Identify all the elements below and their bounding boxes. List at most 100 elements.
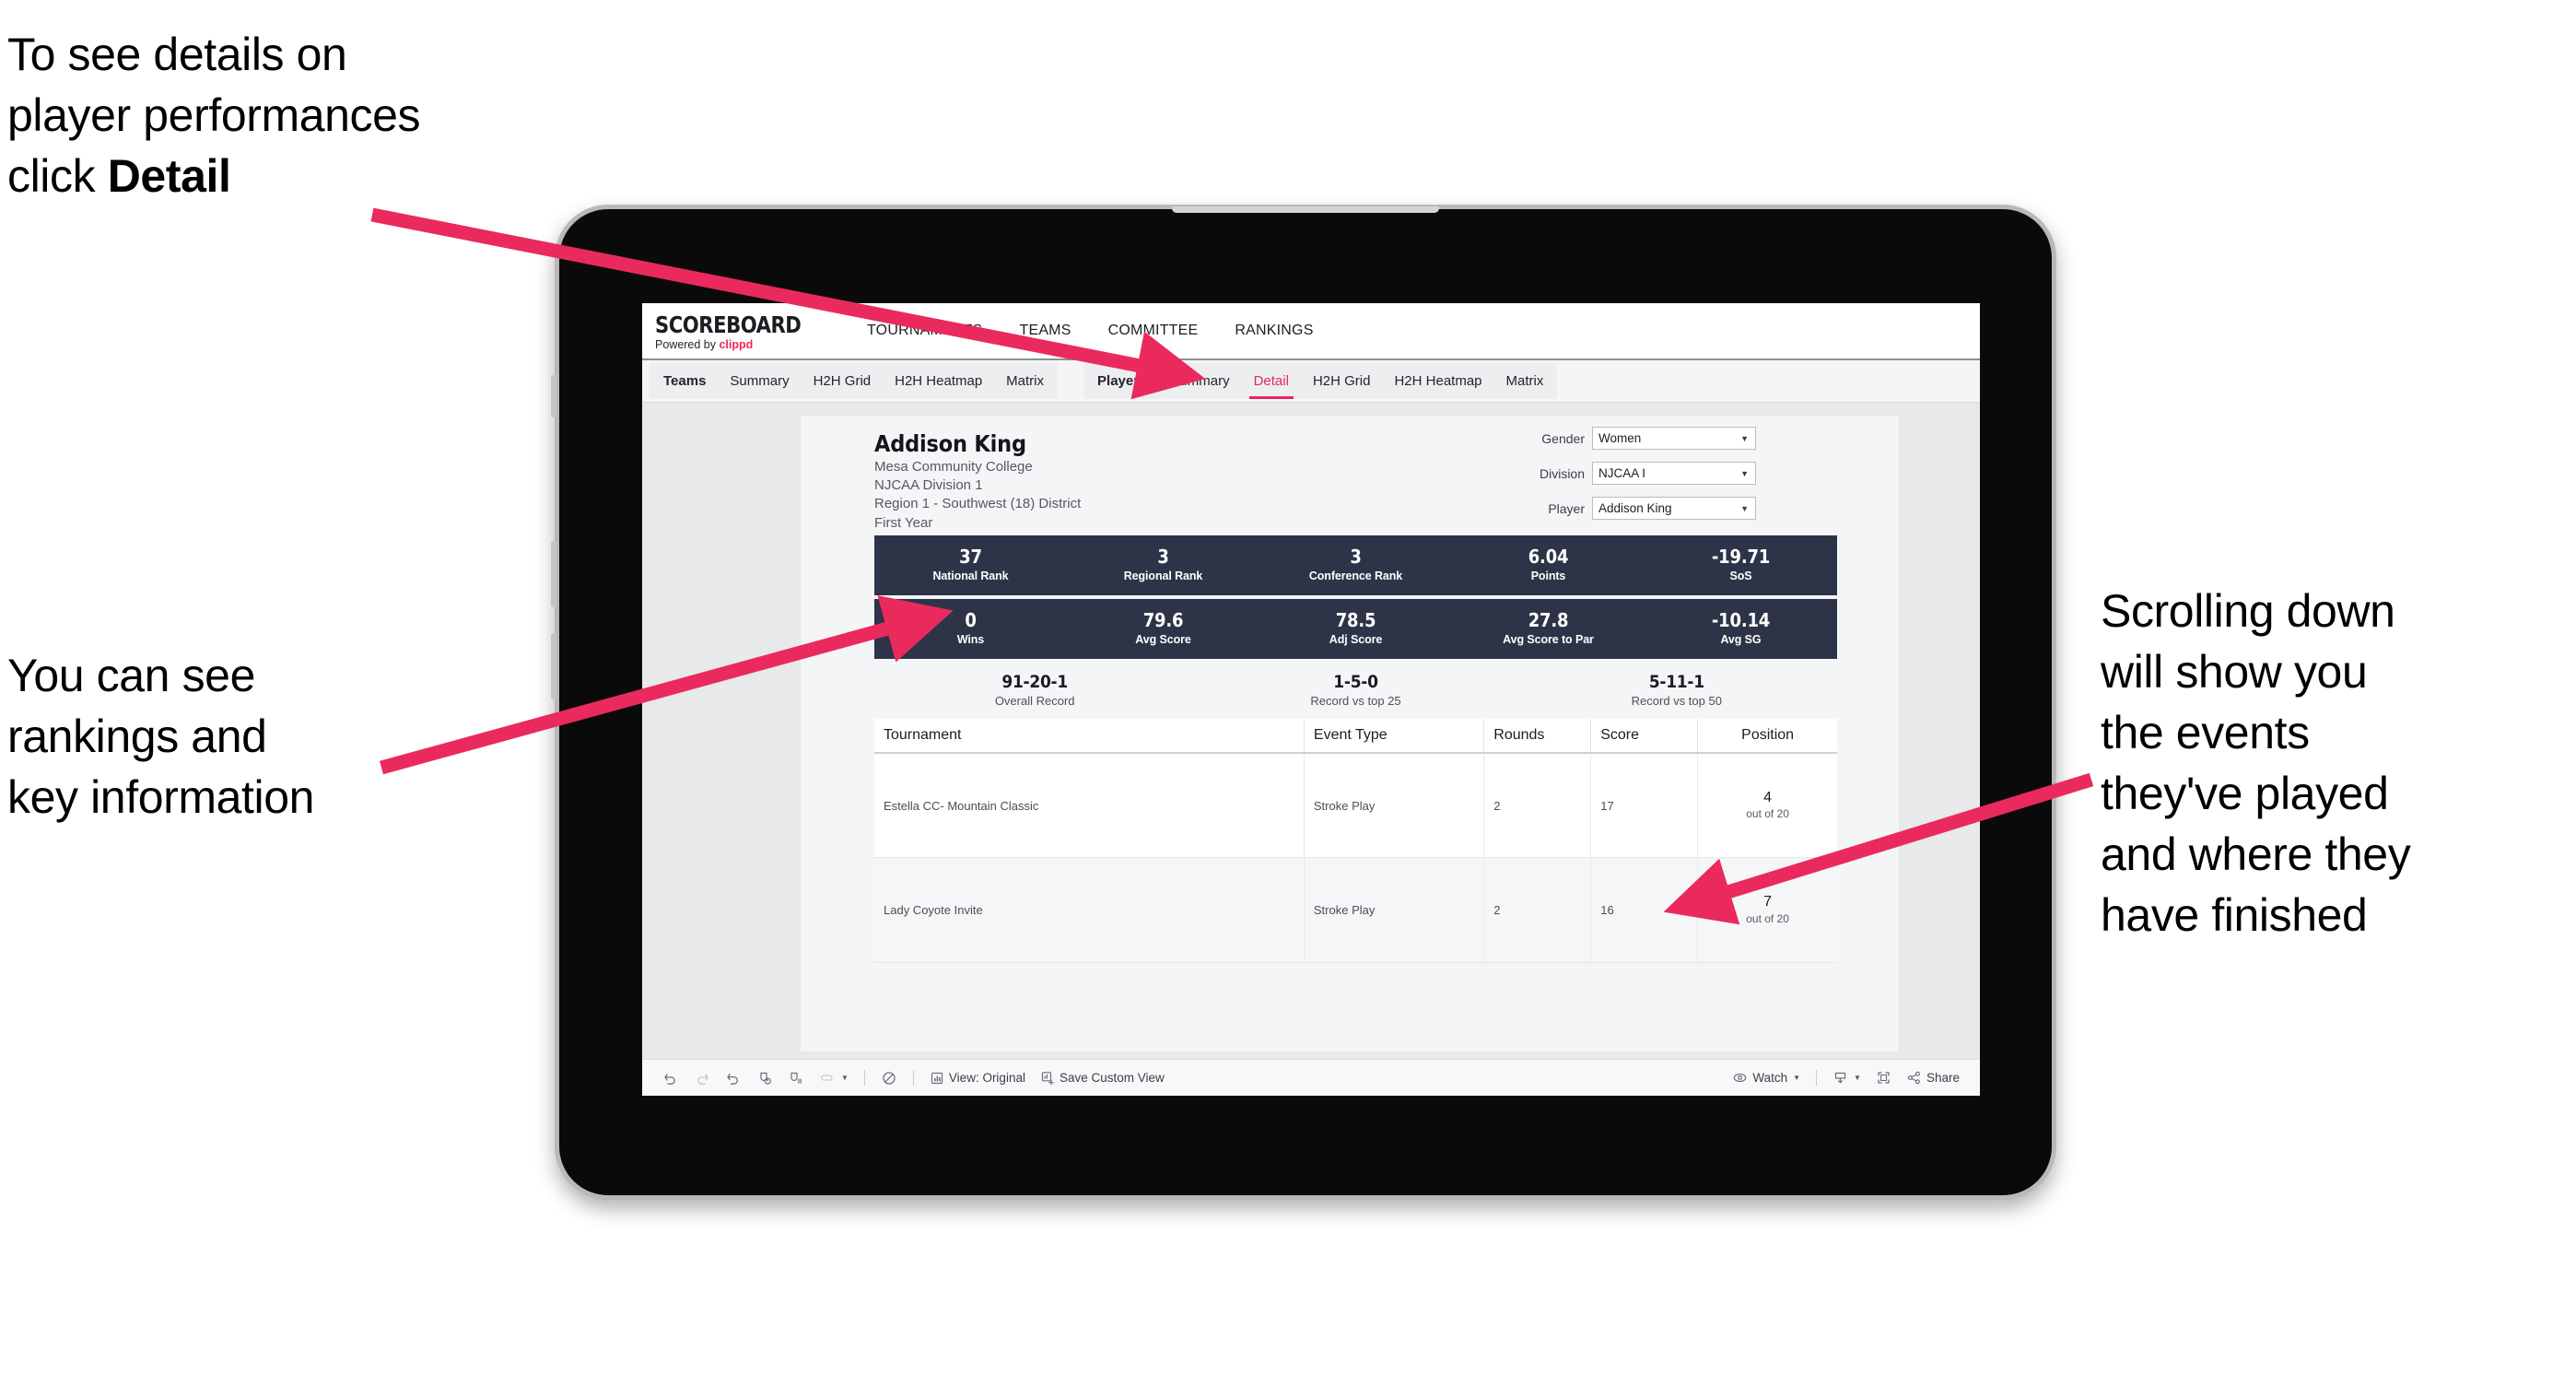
- redo-icon: [694, 1070, 710, 1086]
- tab-players[interactable]: Players: [1085, 367, 1158, 395]
- cell-score: 17: [1590, 752, 1699, 859]
- filter-select-division[interactable]: NJCAA I ▼: [1592, 462, 1756, 485]
- history-icon: [819, 1070, 836, 1086]
- pause-resume-button[interactable]: [873, 1070, 905, 1086]
- position-value: 4: [1763, 789, 1773, 805]
- fullscreen-button[interactable]: [1868, 1070, 1899, 1086]
- chevron-down-icon: ▼: [1740, 503, 1749, 513]
- toolbar-divider: [1816, 1070, 1818, 1086]
- kpi-value: 3: [1350, 546, 1362, 569]
- eye-icon: [1732, 1070, 1748, 1086]
- filter-row-player: Player Addison King ▼: [1480, 497, 1756, 520]
- position-outof: out of 20: [1746, 807, 1789, 821]
- undo-button[interactable]: [655, 1070, 686, 1086]
- tablet-volume-up-button[interactable]: [551, 541, 556, 607]
- undo-history-dropdown[interactable]: ▼: [812, 1070, 856, 1086]
- chevron-down-icon: ▼: [841, 1074, 849, 1082]
- nav-item-teams[interactable]: TEAMS: [1001, 317, 1089, 345]
- clock-icon: [881, 1070, 897, 1086]
- tablet-power-button[interactable]: [551, 375, 556, 417]
- brand-title: SCOREBOARD: [655, 311, 802, 338]
- revert-button[interactable]: [718, 1070, 749, 1086]
- filter-select-gender[interactable]: Women ▼: [1592, 427, 1756, 450]
- kpi-label: Avg Score: [1135, 633, 1191, 647]
- player-header: Addison King Mesa Community College NJCA…: [874, 416, 1837, 535]
- kpi-avg-score: 79.6 Avg Score: [1067, 611, 1259, 646]
- tab-teams-matrix[interactable]: Matrix: [994, 367, 1056, 395]
- view-original-button[interactable]: View: Original: [922, 1071, 1033, 1086]
- kpi-points: 6.04 Points: [1452, 547, 1645, 582]
- tablet-device-frame: SCOREBOARD Powered by clippd TOURNAMENTS…: [551, 205, 2056, 1200]
- cell-event-type: Stroke Play: [1304, 857, 1485, 964]
- cell-tournament: Lady Coyote Invite: [874, 857, 1305, 964]
- redo-button[interactable]: [686, 1070, 718, 1086]
- tab-group-teams: Teams Summary H2H Grid H2H Heatmap Matri…: [650, 363, 1059, 399]
- view-icon: [930, 1071, 944, 1086]
- tab-teams-h2h-heatmap[interactable]: H2H Heatmap: [883, 367, 994, 395]
- record-vs-top-50: 5-11-1 Record vs top 50: [1516, 672, 1837, 708]
- brand-clippd-name: clippd: [719, 337, 754, 351]
- kpi-avg-score-to-par: 27.8 Avg Score to Par: [1452, 611, 1645, 646]
- pause-auto-updates-button[interactable]: [780, 1070, 812, 1086]
- kpi-value: -19.71: [1711, 546, 1771, 569]
- kpi-label: Points: [1530, 570, 1566, 583]
- tablet-screen: SCOREBOARD Powered by clippd TOURNAMENTS…: [642, 303, 1980, 1096]
- tab-group-players: Players Summary Detail H2H Grid H2H Heat…: [1083, 363, 1558, 399]
- tab-players-detail[interactable]: Detail: [1242, 367, 1301, 399]
- column-header-position[interactable]: Position: [1697, 718, 1837, 754]
- kpi-national-rank: 37 National Rank: [874, 547, 1067, 582]
- download-button[interactable]: ▼: [1825, 1070, 1868, 1086]
- save-custom-view-label: Save Custom View: [1059, 1071, 1165, 1085]
- view-original-label: View: Original: [948, 1071, 1025, 1085]
- chevron-down-icon: ▼: [1740, 468, 1749, 478]
- filter-value-gender: Women: [1598, 431, 1642, 445]
- column-header-tournament[interactable]: Tournament: [874, 718, 1305, 754]
- column-header-event-type[interactable]: Event Type: [1304, 718, 1485, 754]
- chevron-down-icon: ▼: [1793, 1074, 1801, 1082]
- kpi-wins: 0 Wins: [874, 611, 1067, 646]
- tab-teams[interactable]: Teams: [651, 367, 718, 395]
- filter-value-player: Addison King: [1598, 501, 1672, 515]
- save-custom-view-button[interactable]: Save Custom View: [1033, 1071, 1172, 1086]
- table-row[interactable]: Lady Coyote Invite Stroke Play 2 16 7 ou…: [874, 857, 1837, 964]
- table-row[interactable]: Estella CC- Mountain Classic Stroke Play…: [874, 752, 1837, 859]
- share-button[interactable]: Share: [1899, 1070, 1967, 1086]
- cell-tournament: Estella CC- Mountain Classic: [874, 752, 1305, 859]
- record-label: Overall Record: [994, 693, 1075, 708]
- nav-item-committee[interactable]: COMMITTEE: [1090, 317, 1217, 345]
- cell-score: 16: [1590, 857, 1699, 964]
- nav-item-tournaments[interactable]: TOURNAMENTS: [849, 317, 1001, 345]
- kpi-bar-scoring: 0 Wins 79.6 Avg Score 78.5 Adj Score 27.…: [874, 598, 1837, 659]
- tablet-volume-down-button[interactable]: [551, 633, 556, 699]
- watch-button[interactable]: Watch ▼: [1725, 1070, 1808, 1086]
- kpi-regional-rank: 3 Regional Rank: [1067, 547, 1259, 582]
- column-header-score[interactable]: Score: [1590, 718, 1699, 754]
- pause-icon: [788, 1070, 804, 1086]
- nav-item-rankings[interactable]: RANKINGS: [1216, 317, 1331, 345]
- record-overall: 91-20-1 Overall Record: [874, 672, 1195, 708]
- tab-players-matrix[interactable]: Matrix: [1494, 367, 1556, 395]
- brand-powered-by-text: Powered by: [655, 337, 720, 351]
- filter-select-player[interactable]: Addison King ▼: [1592, 497, 1756, 520]
- tab-players-summary[interactable]: Summary: [1158, 367, 1241, 395]
- record-summary-row: 91-20-1 Overall Record 1-5-0 Record vs t…: [874, 658, 1837, 719]
- kpi-label: Avg SG: [1720, 633, 1762, 647]
- annotation-top-left-bold: Detail: [107, 150, 231, 202]
- undo-icon: [662, 1070, 679, 1086]
- kpi-label: Regional Rank: [1123, 570, 1203, 583]
- filter-value-division: NJCAA I: [1598, 466, 1646, 480]
- tab-teams-h2h-grid[interactable]: H2H Grid: [802, 367, 884, 395]
- refresh-data-button[interactable]: [749, 1070, 780, 1086]
- position-outof: out of 20: [1746, 912, 1789, 926]
- tab-players-h2h-heatmap[interactable]: H2H Heatmap: [1382, 367, 1493, 395]
- kpi-sos: -19.71 SoS: [1645, 547, 1837, 582]
- brand-logo[interactable]: SCOREBOARD Powered by clippd: [655, 311, 836, 351]
- cell-rounds: 2: [1483, 752, 1592, 859]
- tab-players-h2h-grid[interactable]: H2H Grid: [1301, 367, 1383, 395]
- tab-teams-summary[interactable]: Summary: [718, 367, 801, 395]
- annotation-right: Scrolling down will show you the events …: [2101, 585, 2411, 941]
- kpi-avg-sg: -10.14 Avg SG: [1645, 611, 1837, 646]
- cell-event-type: Stroke Play: [1304, 752, 1485, 859]
- record-label: Record vs top 50: [1631, 693, 1722, 708]
- column-header-rounds[interactable]: Rounds: [1483, 718, 1592, 754]
